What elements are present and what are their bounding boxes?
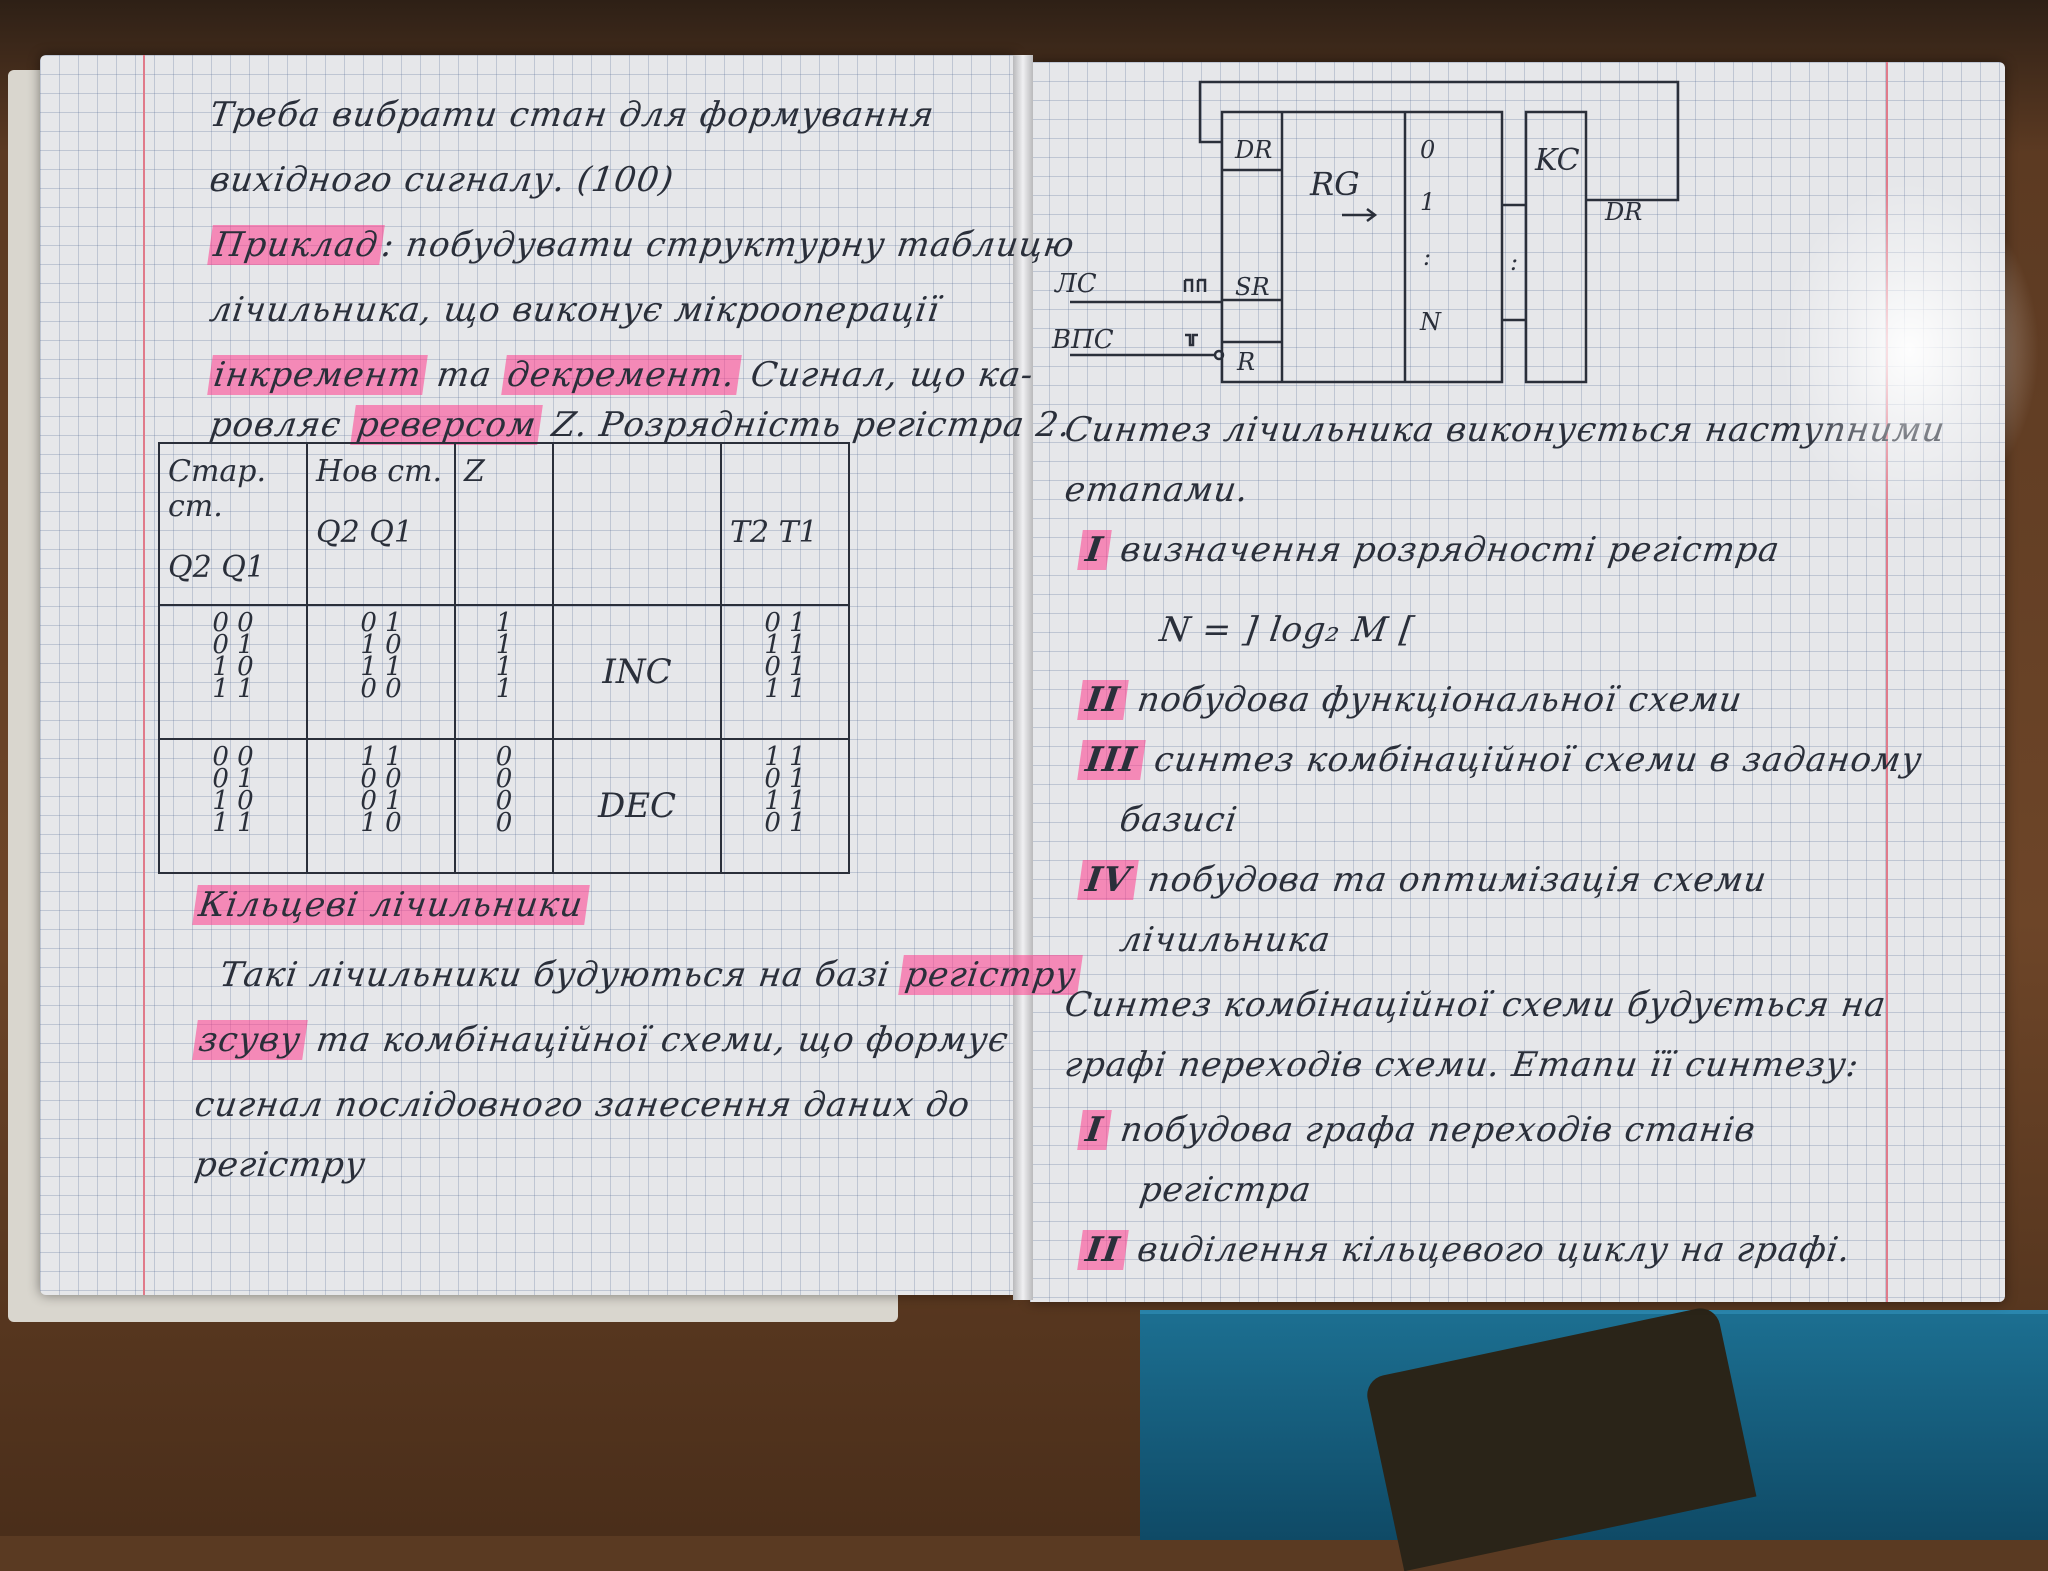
q0-label: 0 [1420,136,1435,164]
word-ta: та [434,355,495,395]
structure-table: Стар. ст. Q2 Q1 Нов ст. Q2 Q1 Z T2 T1 0 00… [158,442,850,874]
inc-op-cell: INC [552,604,722,740]
inc-new-cell: 0 11 01 10 0 [306,604,456,740]
ring-line-2: зсуву та комбінаційної схеми, що формує [192,1020,1011,1060]
synth-line-1: Синтез комбінаційної схеми будується на [1062,985,1889,1025]
reverse-highlight: реверсом [350,405,544,445]
left-line-2: вихідного сигналу. (100) [207,160,677,200]
left-line-4: лічильника, що виконує мікрооперації [207,290,943,330]
sub-step-1: I побудова графа переходів станів [1077,1110,1758,1150]
qn-label: N [1419,308,1442,336]
step-4: IV побудова та оптимізація схеми [1077,860,1770,900]
inc-old-cell: 0 00 11 01 1 [158,604,308,740]
left-line-6: ровляє реверсом Z. Розрядність регістра … [207,405,1074,445]
step-3: III синтез комбінаційної схеми в заданом… [1077,740,1925,780]
dec-z-cell: 0000 [454,738,554,874]
light-glare [1780,180,2040,520]
rg-label: RG [1309,165,1360,203]
table-row: 0 00 11 01 1 0 11 01 10 0 1111 INC 0 11 … [158,604,850,740]
inc-t-cell: 0 11 10 11 1 [720,604,850,740]
ring-line-4: регістру [192,1145,369,1185]
sub-step-1-cont: регістра [1137,1170,1315,1210]
step-4-cont: лічильника [1117,920,1334,960]
header-old-state: Стар. ст. Q2 Q1 [158,442,308,606]
dec-old-cell: 0 00 11 01 1 [158,738,308,874]
shift-highlight: зсуву [192,1020,308,1060]
header-t: T2 T1 [720,442,850,606]
increment-highlight: інкремент [207,355,429,395]
dr-output-label: DR [1604,198,1642,226]
left-line-1: Треба вибрати стан для формування [207,95,938,135]
step-2: II побудова функціональної схеми [1077,680,1745,720]
ring-line-1: Такі лічильники будуються на базі регіст… [217,955,1084,995]
header-new-state: Нов ст. Q2 Q1 [306,442,456,606]
register-diagram: DR RG 0 1 : N SR R KC DR : ЛС ВПС [1051,80,1680,384]
sr-label: SR [1235,273,1270,301]
header-z: Z [454,442,554,606]
mid-dots-label: : [1510,248,1518,276]
signal-lc-label: ЛС [1053,269,1097,299]
right-line-2: етапами. [1062,470,1252,510]
q1-label: 1 [1420,188,1435,216]
left-line-5: інкремент та декремент. Сигнал, що ка- [207,355,1036,395]
dec-op-cell: DEC [552,738,722,874]
left-line-6-b: Z. Розрядність регістра 2. [549,405,1074,445]
signal-vps-label: ВПС [1051,325,1114,355]
sub-step-2: II виділення кільцевого циклу на графі. [1077,1230,1853,1270]
left-line-5-rest: Сигнал, що ка- [748,355,1037,395]
left-line-3: Приклад: побудувати структурну таблицю [207,225,1077,265]
decrement-highlight: декремент. [500,355,742,395]
table-row: 0 00 11 01 1 1 10 00 11 0 0000 DEC 1 10 … [158,738,850,874]
q-dots-label: : [1423,243,1431,271]
synth-line-2: графі переходів схеми. Етапи її синтезу: [1062,1045,1862,1085]
kc-label: KC [1534,143,1580,178]
step-3-cont: базисі [1117,800,1241,840]
inc-z-cell: 1111 [454,604,554,740]
header-op [552,442,722,606]
r-label: R [1236,348,1255,376]
formula: N = ] log₂ M [ [1157,610,1418,650]
step-1: I визначення розрядності регістра [1077,530,1783,570]
table-header-row: Стар. ст. Q2 Q1 Нов ст. Q2 Q1 Z T2 T1 [158,442,850,606]
left-line-6-a: ровляє [207,405,345,445]
dr-input-label: DR [1234,136,1272,164]
left-margin-line [143,55,145,1295]
dec-t-cell: 1 10 11 10 1 [720,738,850,874]
left-line-3-rest: : побудувати структурну таблицю [379,225,1078,265]
register-highlight: регістру [898,955,1084,995]
dec-new-cell: 1 10 00 11 0 [306,738,456,874]
ring-line-3: сигнал послідовного занесення даних до [192,1085,973,1125]
example-label: Приклад [207,225,385,265]
ring-title: Кільцеві лічильники [192,885,590,925]
